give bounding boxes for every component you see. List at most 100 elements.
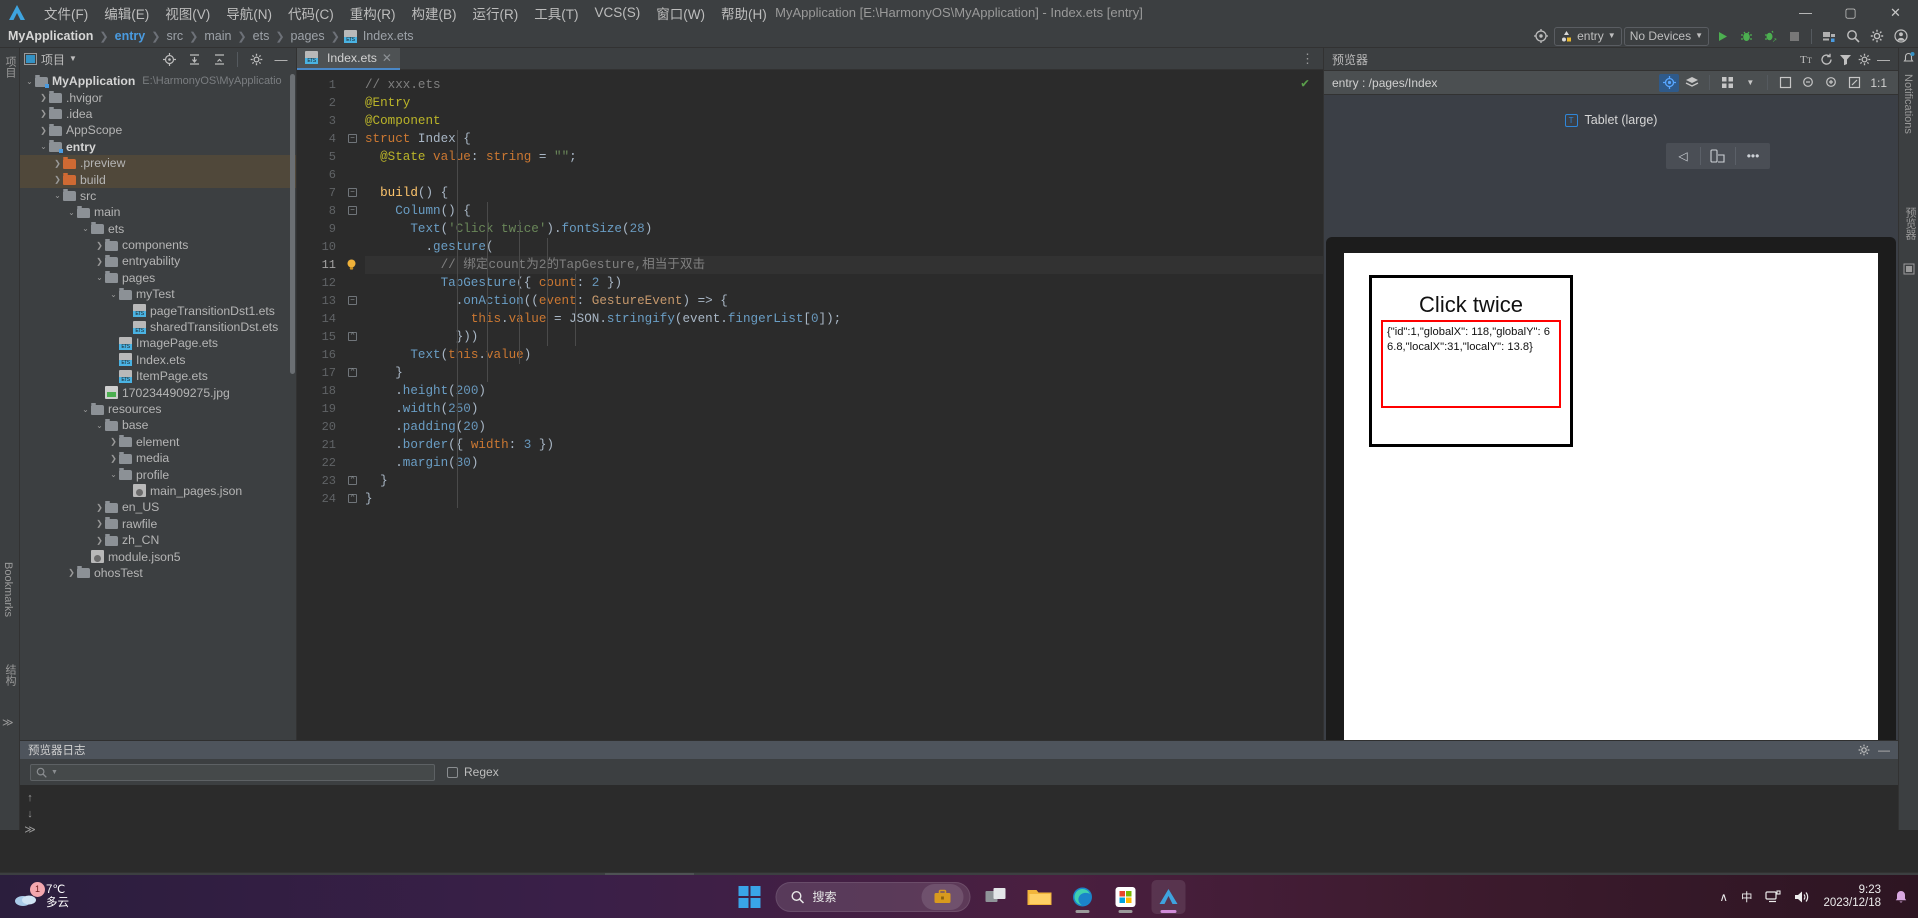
menu-item-code[interactable]: 代码(C) — [280, 1, 342, 25]
expand-icon[interactable]: ≫ — [21, 822, 39, 838]
locate-file-icon[interactable] — [158, 49, 180, 69]
code-line[interactable]: .onAction((event: GestureEvent) => { — [365, 292, 1323, 310]
chevron-down-icon[interactable]: ⌄ — [24, 77, 35, 86]
inspector-icon[interactable] — [1659, 73, 1680, 92]
chevron-right-icon[interactable]: ❯ — [94, 257, 105, 266]
code-line[interactable]: @State value: string = ""; — [365, 148, 1323, 166]
taskbar-search-box[interactable]: 搜索 — [775, 881, 971, 912]
tree-scrollbar[interactable] — [290, 74, 295, 374]
chevron-down-icon[interactable]: ▼ — [1740, 74, 1760, 92]
hide-panel-icon[interactable]: — — [270, 49, 292, 69]
gear-icon[interactable] — [245, 49, 267, 69]
chevron-right-icon[interactable]: ❯ — [66, 568, 77, 577]
minimize-button[interactable]: — — [1783, 0, 1828, 25]
editor-tab-options-icon[interactable]: ⋮ — [1293, 51, 1323, 67]
scroll-up-icon[interactable]: ↑ — [21, 790, 39, 806]
strip-collapse-icon[interactable]: ≫ — [2, 716, 14, 729]
fold-marker[interactable]: − — [348, 188, 357, 197]
run-button[interactable] — [1711, 26, 1733, 46]
code-line[interactable]: build() { — [365, 184, 1323, 202]
expand-all-icon[interactable] — [183, 49, 205, 69]
tree-item-itempage-ets[interactable]: ItemPage.ets — [20, 368, 296, 384]
attach-debugger-button[interactable]: ↗ — [1759, 26, 1781, 46]
project-tree[interactable]: ⌄ MyApplication E:\HarmonyOS\MyApplicatio ❯… — [20, 70, 296, 830]
strip-item-notifications[interactable]: Notifications — [1902, 70, 1914, 141]
tree-item-rawfile[interactable]: ❯ rawfile — [20, 516, 296, 532]
menu-item-edit[interactable]: 编辑(E) — [96, 1, 157, 25]
code-line[interactable]: @Component — [365, 112, 1323, 130]
menu-item-file[interactable]: 文件(F) — [36, 1, 96, 25]
zoom-ratio-label[interactable]: 1:1 — [1867, 76, 1890, 90]
show-hidden-icons[interactable]: ∧ — [1720, 890, 1728, 904]
code-line[interactable]: this.value = JSON.stringify(event.finger… — [365, 310, 1323, 328]
tree-item-module-json5[interactable]: module.json5 — [20, 548, 296, 564]
close-button[interactable]: ✕ — [1873, 0, 1918, 25]
microsoft-store-button[interactable] — [1109, 880, 1143, 914]
run-configuration-selector[interactable]: entry ▼ — [1554, 26, 1622, 46]
code-line[interactable]: TapGesture({ count: 2 }) — [365, 274, 1323, 292]
breadcrumb-main[interactable]: main — [202, 29, 233, 43]
tree-item--hvigor[interactable]: ❯ .hvigor — [20, 89, 296, 105]
chevron-down-icon[interactable]: ⌄ — [108, 290, 119, 299]
fold-marker[interactable]: − — [348, 206, 357, 215]
chevron-right-icon[interactable]: ❯ — [94, 519, 105, 528]
stop-button[interactable] — [1783, 26, 1805, 46]
chevron-right-icon[interactable]: ❯ — [94, 536, 105, 545]
notifications-bell-icon[interactable] — [1902, 52, 1915, 68]
ime-indicator[interactable]: 中 — [1741, 889, 1753, 905]
menu-item-navigate[interactable]: 导航(N) — [218, 1, 280, 25]
hide-panel-icon[interactable]: — — [1878, 744, 1890, 756]
code-line[interactable]: } — [365, 472, 1323, 490]
chevron-right-icon[interactable]: ❯ — [38, 109, 49, 118]
debug-button[interactable] — [1735, 26, 1757, 46]
zoom-in-icon[interactable] — [1821, 74, 1841, 92]
tree-item-en-us[interactable]: ❯ en_US — [20, 499, 296, 515]
menu-item-refactor[interactable]: 重构(R) — [342, 1, 404, 25]
close-icon[interactable]: ✕ — [382, 51, 392, 65]
chevron-right-icon[interactable]: ❯ — [94, 241, 105, 250]
code-line[interactable]: // xxx.ets — [365, 76, 1323, 94]
tree-item-zh-cn[interactable]: ❯ zh_CN — [20, 532, 296, 548]
chevron-down-icon[interactable]: ⌄ — [80, 405, 91, 414]
chevron-right-icon[interactable]: ❯ — [94, 503, 105, 512]
strip-item-previewer[interactable]: 预览器 — [1902, 203, 1918, 247]
fold-marker[interactable]: ⌃ — [348, 368, 357, 377]
breadcrumb-ets[interactable]: ets — [251, 29, 272, 43]
previewer-canvas[interactable]: T Tablet (large) ◁ ••• Click twice {"id"… — [1324, 95, 1898, 830]
chevron-right-icon[interactable]: ❯ — [52, 159, 63, 168]
chevron-down-icon[interactable]: ▼ — [69, 55, 77, 63]
more-options-icon[interactable]: ••• — [1736, 143, 1770, 169]
file-explorer-button[interactable] — [1023, 880, 1057, 914]
notification-bell-icon[interactable] — [1894, 889, 1908, 904]
code-line[interactable]: .gesture( — [365, 238, 1323, 256]
tree-item-main-pages-json[interactable]: main_pages.json — [20, 483, 296, 499]
chevron-right-icon[interactable]: ❯ — [108, 454, 119, 463]
code-line[interactable]: .padding(20) — [365, 418, 1323, 436]
back-icon[interactable]: ◁ — [1666, 143, 1700, 169]
font-size-icon[interactable]: TT — [1800, 53, 1814, 65]
device-manager-icon[interactable] — [1818, 26, 1840, 46]
device-selector[interactable]: No Devices ▼ — [1623, 26, 1709, 46]
menu-item-help[interactable]: 帮助(H) — [713, 1, 775, 25]
maximize-button[interactable]: ▢ — [1828, 0, 1873, 25]
deveco-studio-button[interactable] — [1151, 879, 1186, 914]
chevron-right-icon[interactable]: ❯ — [38, 93, 49, 102]
log-search-input[interactable]: ▼ — [30, 763, 435, 781]
refresh-icon[interactable] — [1820, 53, 1833, 66]
multi-device-icon[interactable] — [1717, 74, 1737, 92]
code-line[interactable]: Column() { — [365, 202, 1323, 220]
tree-item--idea[interactable]: ❯ .idea — [20, 106, 296, 122]
tree-item-pages[interactable]: ⌄ pages — [20, 270, 296, 286]
code-content[interactable]: // xxx.ets @Entry @Component struct Index {… — [365, 70, 1323, 810]
tree-item-pagetransitiondst1-ets[interactable]: pageTransitionDst1.ets — [20, 302, 296, 318]
fold-marker[interactable]: ⌃ — [348, 494, 357, 503]
taskbar-clock[interactable]: 9:23 2023/12/18 — [1823, 884, 1881, 910]
strip-item-structure[interactable]: 结构 — [2, 660, 18, 690]
tree-item-index-ets[interactable]: Index.ets — [20, 352, 296, 368]
target-icon[interactable] — [1530, 26, 1552, 46]
fold-marker[interactable]: ⌃ — [348, 476, 357, 485]
code-line[interactable]: })) — [365, 328, 1323, 346]
code-line[interactable]: // 绑定count为2的TapGesture,相当于双击 — [365, 256, 1323, 274]
avatar-icon[interactable] — [1890, 26, 1912, 46]
tree-item-components[interactable]: ❯ components — [20, 237, 296, 253]
